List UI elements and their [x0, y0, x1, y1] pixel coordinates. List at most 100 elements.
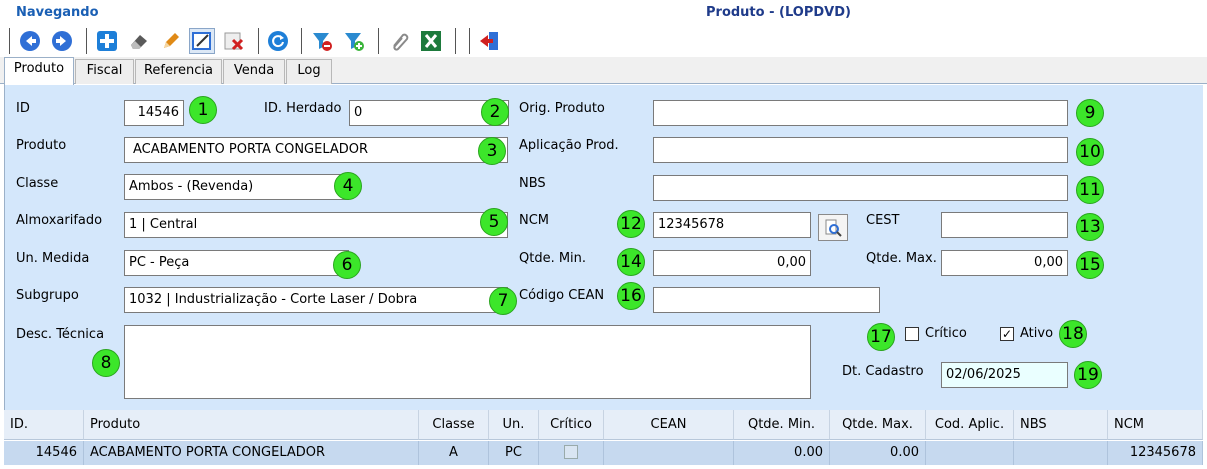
cell-id: 14546	[4, 441, 84, 465]
dt-cadastro-field[interactable]: 02/06/2025	[941, 362, 1068, 388]
col-header-cean[interactable]: CEAN	[604, 410, 734, 440]
toolbar-separator	[455, 28, 456, 54]
cell-ncm: 12345678	[1108, 441, 1203, 465]
cell-un: PC	[489, 441, 539, 465]
desc-tecnica-label: Desc. Técnica	[16, 327, 105, 342]
nbs-field[interactable]	[653, 175, 1068, 201]
badge-8: 8	[92, 349, 120, 377]
refresh-icon	[268, 31, 288, 51]
tab-log[interactable]: Log	[286, 59, 332, 84]
ncm-label: NCM	[519, 213, 550, 228]
tab-produto[interactable]: Produto	[4, 57, 74, 85]
un-medida-label: Un. Medida	[16, 251, 90, 266]
col-header-critico[interactable]: Crítico	[539, 410, 604, 440]
id-label: ID	[16, 101, 30, 116]
desc-tecnica-textarea[interactable]	[124, 325, 811, 399]
edit-pencil-icon	[164, 33, 179, 48]
cell-classe: A	[419, 441, 489, 465]
produto-field[interactable]: ACABAMENTO PORTA CONGELADOR	[124, 137, 508, 163]
cell-qtde-min: 0.00	[734, 441, 830, 465]
id-field[interactable]: 14546	[124, 100, 184, 126]
col-header-id[interactable]: ID.	[4, 410, 84, 440]
ativo-checkbox[interactable]: ✓	[1000, 327, 1014, 341]
cest-label: CEST	[866, 213, 900, 228]
col-header-nbs[interactable]: NBS	[1014, 410, 1108, 440]
cell-produto: ACABAMENTO PORTA CONGELADOR	[84, 441, 419, 465]
excel-export-button[interactable]	[418, 28, 444, 54]
almoxarifado-label: Almoxarifado	[16, 213, 103, 228]
ativo-label: Ativo	[1020, 326, 1054, 341]
badge-9: 9	[1076, 99, 1104, 127]
delete-button[interactable]	[221, 28, 247, 54]
clear-button[interactable]	[126, 28, 152, 54]
badge-14: 14	[617, 248, 645, 276]
qtde-min-field[interactable]: 0,00	[653, 250, 811, 276]
col-header-un[interactable]: Un.	[489, 410, 539, 440]
toolbar-separator	[469, 28, 470, 54]
filter-add-button[interactable]	[341, 28, 367, 54]
add-button[interactable]	[94, 28, 120, 54]
badge-12: 12	[617, 210, 645, 238]
tab-referencia[interactable]: Referencia	[135, 59, 222, 84]
qtde-min-label: Qtde. Min.	[519, 251, 587, 266]
cell-cod-aplic	[926, 441, 1014, 465]
subgrupo-label: Subgrupo	[16, 288, 79, 303]
title-bar: Navegando Produto - (LOPDVD)	[0, 0, 1207, 24]
next-button[interactable]	[49, 28, 75, 54]
critico-checkbox[interactable]	[905, 327, 919, 341]
badge-16: 16	[617, 282, 645, 310]
cest-field[interactable]	[941, 212, 1068, 238]
add-icon	[97, 31, 117, 51]
badge-17: 17	[867, 323, 895, 351]
subgrupo-select[interactable]: 1032 | Industrialização - Corte Laser / …	[124, 287, 508, 313]
toolbar-separator	[378, 28, 379, 54]
col-header-ncm[interactable]: NCM	[1108, 410, 1203, 440]
toolbar-separator	[258, 28, 259, 54]
toolbar-separator	[9, 28, 10, 54]
dt-cadastro-label: Dt. Cadastro	[842, 364, 924, 379]
orig-produto-field[interactable]	[653, 100, 1068, 126]
cell-critico	[539, 441, 604, 465]
badge-1: 1	[189, 96, 217, 124]
cell-critico-checkbox[interactable]	[564, 445, 578, 459]
previous-button[interactable]	[17, 28, 43, 54]
arrow-right-icon	[52, 31, 72, 51]
tab-fiscal[interactable]: Fiscal	[75, 59, 134, 84]
eraser-icon	[131, 35, 147, 49]
aplicacao-prod-field[interactable]	[653, 137, 1068, 163]
filter-remove-icon	[313, 33, 332, 51]
arrow-left-icon	[20, 31, 40, 51]
almoxarifado-select[interactable]: 1 | Central	[124, 212, 508, 238]
qtde-max-field[interactable]: 0,00	[941, 250, 1068, 276]
form-title: Produto - (LOPDVD)	[706, 5, 851, 20]
badge-3: 3	[478, 137, 506, 165]
ncm-field[interactable]: 12345678	[653, 212, 811, 238]
col-header-classe[interactable]: Classe	[419, 410, 489, 440]
un-medida-select[interactable]: PC - Peça	[124, 250, 349, 276]
badge-6: 6	[333, 251, 361, 279]
col-header-qtde-max[interactable]: Qtde. Max.	[830, 410, 926, 440]
col-header-qtde-min[interactable]: Qtde. Min.	[734, 410, 830, 440]
cell-qtde-max: 0.00	[830, 441, 926, 465]
col-header-cod-aplic[interactable]: Cod. Aplic.	[926, 410, 1014, 440]
classe-select[interactable]: Ambos - (Revenda)	[124, 174, 349, 200]
refresh-button[interactable]	[265, 28, 291, 54]
attach-button[interactable]	[386, 28, 412, 54]
badge-7: 7	[489, 287, 517, 315]
filter-add-icon	[345, 33, 364, 51]
filter-remove-button[interactable]	[309, 28, 335, 54]
badge-4: 4	[334, 172, 362, 200]
ncm-search-button[interactable]	[818, 214, 848, 241]
edit-form-button[interactable]	[189, 28, 215, 54]
badge-19: 19	[1074, 361, 1102, 389]
col-header-produto[interactable]: Produto	[84, 410, 419, 440]
exit-icon	[480, 32, 498, 50]
badge-11: 11	[1076, 176, 1104, 204]
tab-venda[interactable]: Venda	[223, 59, 285, 84]
codigo-cean-field[interactable]	[653, 287, 880, 313]
edit-button[interactable]	[158, 28, 184, 54]
orig-produto-label: Orig. Produto	[519, 101, 605, 116]
exit-button[interactable]	[477, 28, 503, 54]
badge-13: 13	[1076, 213, 1104, 241]
critico-label: Crítico	[925, 326, 967, 341]
